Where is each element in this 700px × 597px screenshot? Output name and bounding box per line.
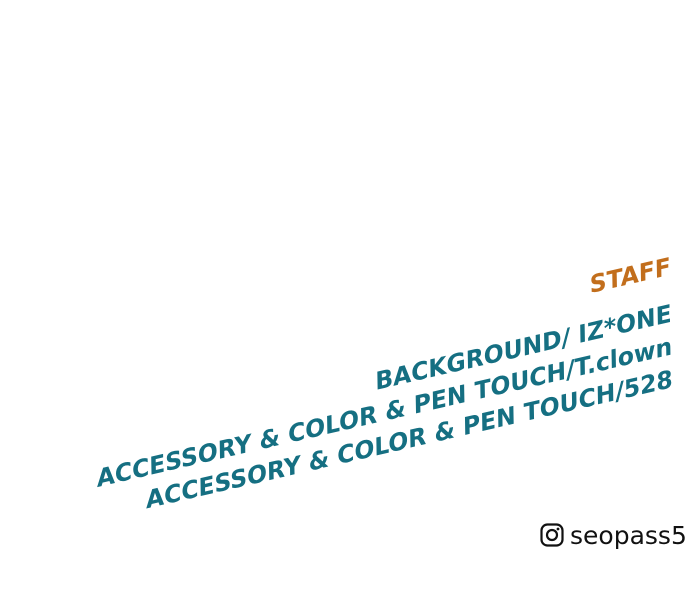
page: { "credits": { "heading": "STAFF", "line… [0, 0, 700, 597]
staff-credits: STAFF BACKGROUND/ IZ*ONE ACCESSORY & COL… [95, 250, 673, 528]
social-handle: seopass5 [540, 519, 687, 551]
instagram-icon [540, 523, 564, 547]
instagram-handle-text: seopass5 [570, 520, 687, 550]
